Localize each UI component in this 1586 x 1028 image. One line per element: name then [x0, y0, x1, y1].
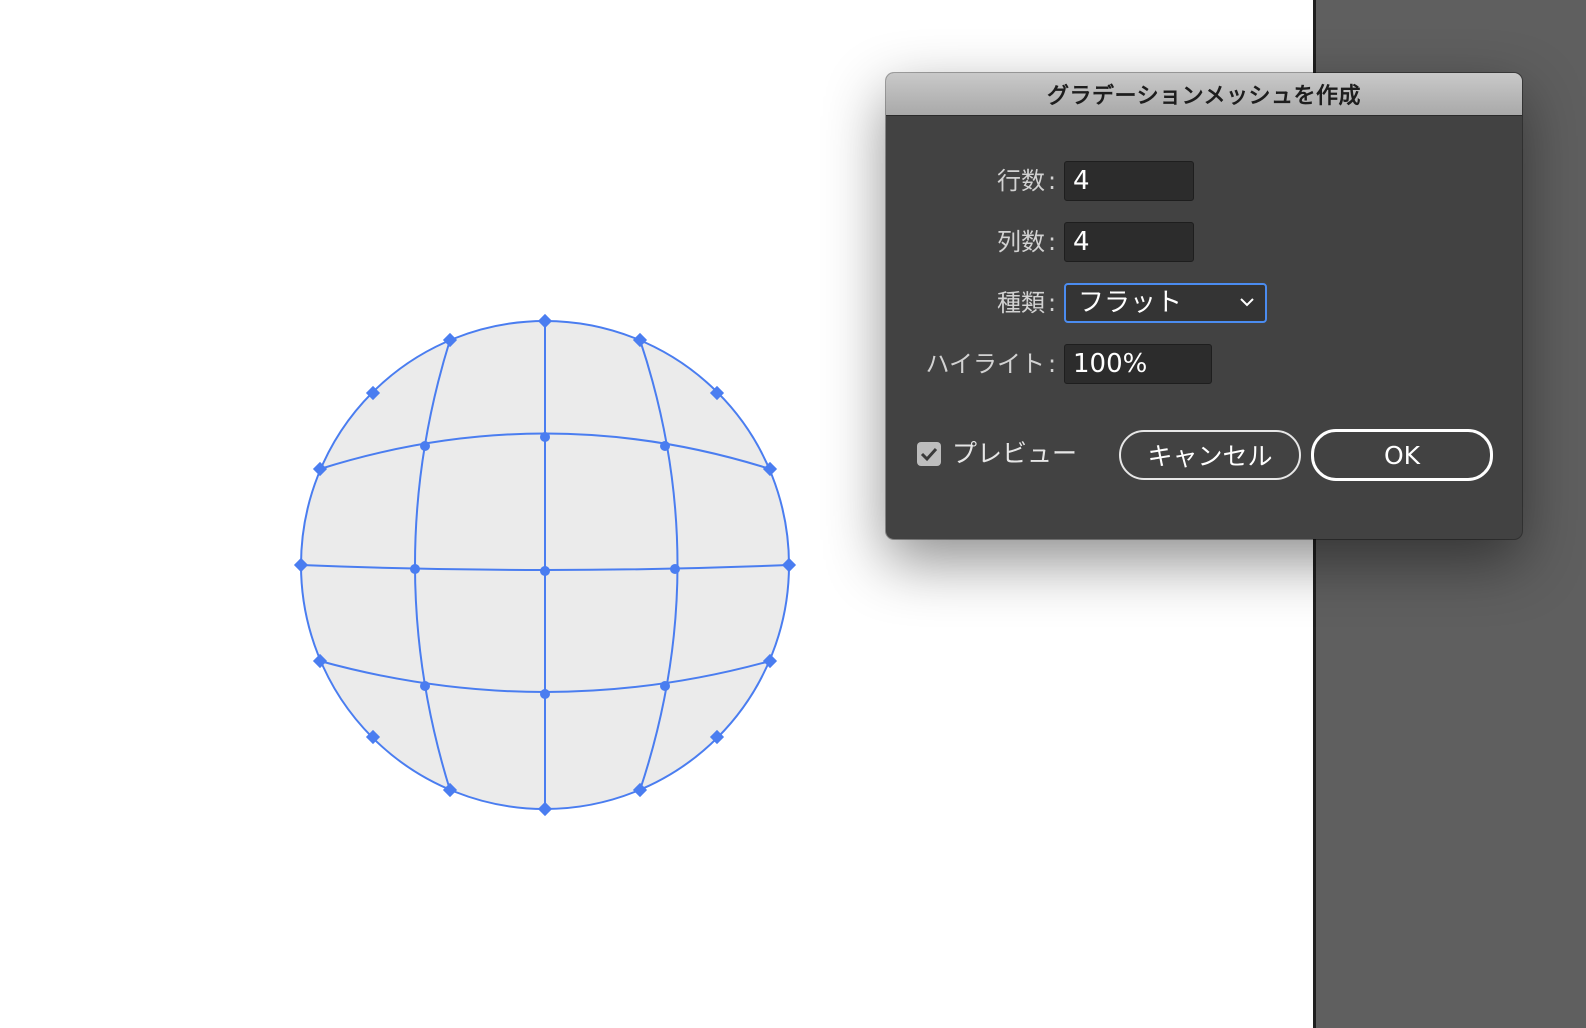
cancel-button[interactable]: キャンセル: [1119, 430, 1301, 480]
mesh-point: [660, 441, 670, 451]
columns-input[interactable]: 4: [1064, 222, 1194, 262]
dialog-titlebar[interactable]: グラデーションメッシュを作成: [886, 73, 1522, 116]
mesh-point: [660, 681, 670, 691]
highlight-label: ハイライト: [925, 350, 1045, 378]
ok-button-label: OK: [1383, 440, 1421, 470]
mesh-point: [420, 441, 430, 451]
mesh-point: [410, 564, 420, 574]
type-dropdown-value: フラット: [1078, 288, 1183, 318]
checkmark-icon: [920, 447, 938, 462]
mesh-point: [670, 564, 680, 574]
chevron-down-icon: [1240, 298, 1254, 307]
mesh-point: [540, 689, 550, 699]
rows-input[interactable]: 4: [1064, 161, 1194, 201]
create-gradient-mesh-dialog: グラデーションメッシュを作成 行数 : 4 列数 : 4 種類 : フラット ハ…: [886, 73, 1522, 539]
rows-label: 行数: [997, 167, 1045, 195]
ok-button[interactable]: OK: [1311, 429, 1493, 481]
cancel-button-label: キャンセル: [1147, 442, 1273, 471]
highlight-colon: :: [1048, 350, 1057, 378]
columns-label: 列数: [997, 228, 1045, 256]
mesh-point: [540, 566, 550, 576]
columns-colon: :: [1048, 228, 1057, 256]
type-label: 種類: [997, 289, 1045, 317]
dialog-title: グラデーションメッシュを作成: [1047, 84, 1361, 109]
mesh-point: [420, 681, 430, 691]
highlight-input[interactable]: 100%: [1064, 344, 1212, 384]
preview-label[interactable]: プレビュー: [952, 434, 1077, 474]
rows-colon: :: [1048, 167, 1057, 195]
type-colon: :: [1048, 289, 1057, 317]
preview-checkbox[interactable]: [917, 442, 941, 466]
type-dropdown[interactable]: フラット: [1064, 283, 1267, 323]
mesh-point: [540, 432, 550, 442]
